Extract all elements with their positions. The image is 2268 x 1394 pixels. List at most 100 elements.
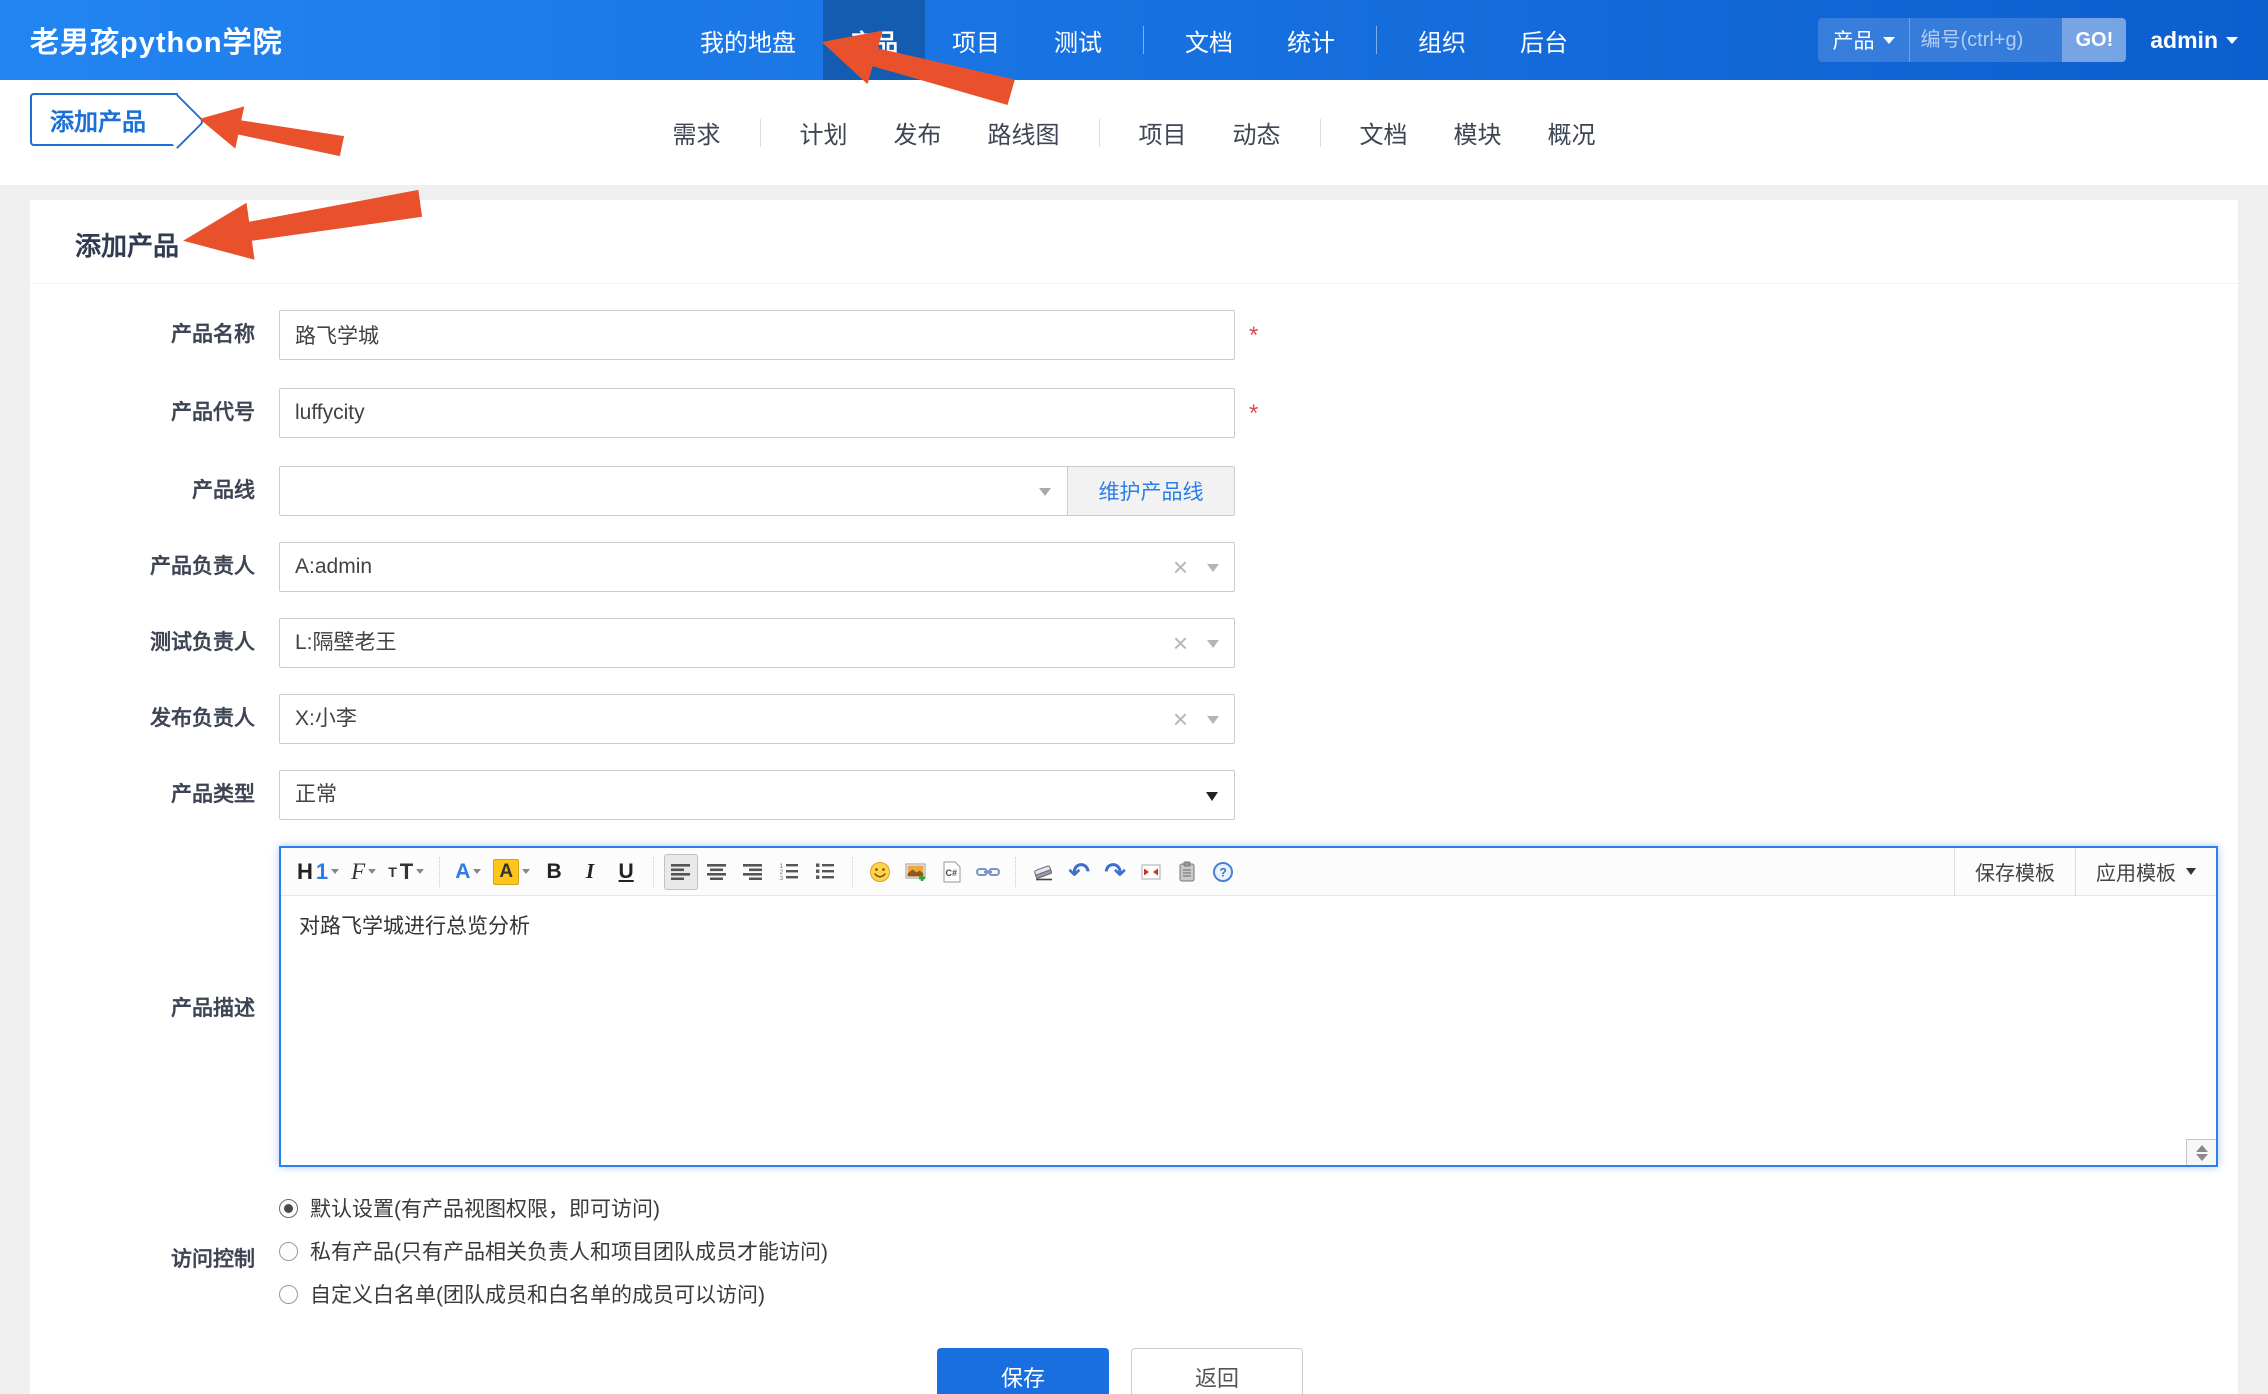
highlight-color-picker[interactable]: A bbox=[488, 854, 535, 890]
subnav-story[interactable]: 需求 bbox=[650, 115, 744, 150]
nav-stats[interactable]: 统计 bbox=[1260, 0, 1362, 80]
radio-default[interactable] bbox=[279, 1198, 298, 1218]
align-left-button[interactable] bbox=[664, 853, 699, 890]
access-label: 访问控制 bbox=[171, 1247, 255, 1271]
subnav-plan[interactable]: 计划 bbox=[777, 115, 871, 150]
redo-button[interactable]: ↷ bbox=[1098, 854, 1132, 890]
product-subnav: 需求 计划 发布 路线图 项目 动态 文档 模块 概况 bbox=[650, 115, 1619, 150]
add-product-dropdown-button[interactable]: 添加产品 bbox=[30, 93, 178, 146]
emoticon-button[interactable] bbox=[863, 854, 897, 890]
nav-backend[interactable]: 后台 bbox=[1493, 0, 1595, 80]
align-right-button[interactable] bbox=[736, 854, 770, 890]
access-option-default[interactable]: 默认设置(有产品视图权限，即可访问) bbox=[279, 1193, 828, 1223]
italic-icon: I bbox=[586, 859, 595, 883]
form-row-access: 访问控制 默认设置(有产品视图权限，即可访问) 私有产品(只有产品相关负责人和项… bbox=[30, 1193, 2238, 1322]
nav-product[interactable]: 产品 bbox=[823, 0, 925, 80]
product-type-select[interactable]: 正常 bbox=[279, 770, 1235, 820]
undo-button[interactable]: ↶ bbox=[1062, 854, 1096, 890]
unordered-list-button[interactable] bbox=[808, 854, 842, 890]
clear-icon[interactable]: × bbox=[1173, 695, 1188, 743]
access-option-whitelist[interactable]: 自定义白名单(团队成员和白名单的成员可以访问) bbox=[279, 1279, 828, 1309]
subnav-overview[interactable]: 概况 bbox=[1525, 115, 1619, 150]
insert-link-button[interactable] bbox=[971, 854, 1005, 890]
form-row-releaser: 发布负责人 X:小李 × bbox=[30, 694, 2238, 744]
maintain-line-button[interactable]: 维护产品线 bbox=[1068, 466, 1235, 516]
chevron-down-icon bbox=[1207, 640, 1219, 648]
add-product-form: 产品名称 * 产品代号 * 产品线 bbox=[30, 284, 2238, 1394]
fullscreen-button[interactable] bbox=[1134, 854, 1168, 890]
text-color-picker[interactable]: A bbox=[450, 854, 486, 890]
editor-toolbar: H1 F TT A A B I U 1 2 3 C# ↶ ↷ ? 保存模板 应用… bbox=[281, 847, 2216, 896]
subnav-release[interactable]: 发布 bbox=[871, 115, 965, 150]
search-scope-select[interactable]: 产品 bbox=[1818, 18, 1911, 62]
desc-label: 产品描述 bbox=[171, 996, 255, 1020]
undo-icon: ↶ bbox=[1068, 856, 1091, 887]
italic-button[interactable]: I bbox=[573, 854, 607, 890]
code-label: 产品代号 bbox=[171, 401, 255, 424]
remove-format-button[interactable] bbox=[1026, 854, 1060, 890]
paste-button[interactable] bbox=[1170, 854, 1204, 890]
back-button[interactable]: 返回 bbox=[1131, 1348, 1303, 1394]
chevron-down-icon bbox=[2186, 868, 2196, 875]
form-row-code: 产品代号 * bbox=[30, 388, 2238, 440]
search-input[interactable] bbox=[1910, 18, 2063, 62]
subnav-roadmap[interactable]: 路线图 bbox=[965, 115, 1083, 150]
clear-icon[interactable]: × bbox=[1173, 543, 1188, 591]
clear-icon[interactable]: × bbox=[1173, 619, 1188, 667]
access-option-private[interactable]: 私有产品(只有产品相关负责人和项目团队成员才能访问) bbox=[279, 1236, 828, 1266]
radio-whitelist[interactable] bbox=[279, 1284, 298, 1304]
product-line-select[interactable] bbox=[279, 466, 1068, 516]
ordered-list-icon: 123 bbox=[780, 863, 799, 880]
save-template-button[interactable]: 保存模板 bbox=[1954, 847, 2075, 896]
align-left-icon bbox=[671, 863, 691, 880]
save-button[interactable]: 保存 bbox=[937, 1348, 1109, 1394]
nav-project[interactable]: 项目 bbox=[925, 0, 1027, 80]
form-row-type: 产品类型 正常 bbox=[30, 770, 2238, 820]
underline-button[interactable]: U bbox=[609, 854, 643, 890]
font-family-dropdown[interactable]: F bbox=[346, 854, 381, 890]
test-owner-picker[interactable]: L:隔壁老王 × bbox=[279, 618, 1235, 668]
align-center-button[interactable] bbox=[700, 854, 734, 890]
add-product-panel: 添加产品 产品名称 * 产品代号 * 产品线 bbox=[30, 200, 2238, 1394]
font-size-icon: T bbox=[388, 863, 397, 880]
release-owner-picker[interactable]: X:小李 × bbox=[279, 694, 1235, 744]
subnav-project[interactable]: 项目 bbox=[1116, 115, 1210, 150]
chevron-down-icon bbox=[522, 869, 531, 874]
apply-template-button[interactable]: 应用模板 bbox=[2075, 847, 2216, 896]
help-button[interactable]: ? bbox=[1206, 854, 1240, 890]
heading-icon: H bbox=[297, 858, 313, 884]
radio-private[interactable] bbox=[279, 1241, 298, 1261]
product-type-value: 正常 bbox=[295, 783, 337, 806]
editor-resize-handle[interactable] bbox=[2186, 1139, 2216, 1165]
panel-title: 添加产品 bbox=[30, 200, 2238, 284]
nav-test[interactable]: 测试 bbox=[1027, 0, 1129, 80]
product-code-input[interactable] bbox=[279, 388, 1235, 438]
subnav-dynamic[interactable]: 动态 bbox=[1210, 115, 1304, 150]
user-menu[interactable]: admin bbox=[2150, 27, 2238, 54]
form-row-tester: 测试负责人 L:隔壁老王 × bbox=[30, 618, 2238, 668]
chevron-down-icon bbox=[1207, 716, 1219, 724]
help-icon: ? bbox=[1213, 861, 1234, 882]
form-row-line: 产品线 维护产品线 bbox=[30, 466, 2238, 516]
chevron-down-icon bbox=[368, 869, 377, 874]
go-button[interactable]: GO! bbox=[2062, 18, 2127, 62]
heading-dropdown[interactable]: H1 bbox=[292, 854, 344, 890]
product-name-input[interactable] bbox=[279, 310, 1235, 360]
form-actions: 保存 返回 bbox=[937, 1348, 2238, 1394]
subnav-doc[interactable]: 文档 bbox=[1337, 115, 1431, 150]
svg-text:?: ? bbox=[1220, 865, 1227, 879]
font-size-dropdown[interactable]: TT bbox=[383, 854, 429, 890]
nav-doc[interactable]: 文档 bbox=[1158, 0, 1260, 80]
subnav-module[interactable]: 模块 bbox=[1431, 115, 1525, 150]
nav-org[interactable]: 组织 bbox=[1391, 0, 1493, 80]
product-owner-picker[interactable]: A:admin × bbox=[279, 542, 1235, 592]
bold-button[interactable]: B bbox=[537, 854, 571, 890]
insert-image-button[interactable] bbox=[899, 854, 933, 890]
ordered-list-button[interactable]: 123 bbox=[772, 854, 806, 890]
chevron-down-icon bbox=[1207, 564, 1219, 572]
resize-up-icon bbox=[2195, 1144, 2208, 1152]
editor-content[interactable]: 对路飞学城进行总览分析 bbox=[281, 896, 2216, 1165]
nav-my-dashboard[interactable]: 我的地盘 bbox=[673, 0, 823, 80]
insert-code-button[interactable]: C# bbox=[935, 854, 969, 890]
chevron-down-icon bbox=[1206, 792, 1218, 801]
